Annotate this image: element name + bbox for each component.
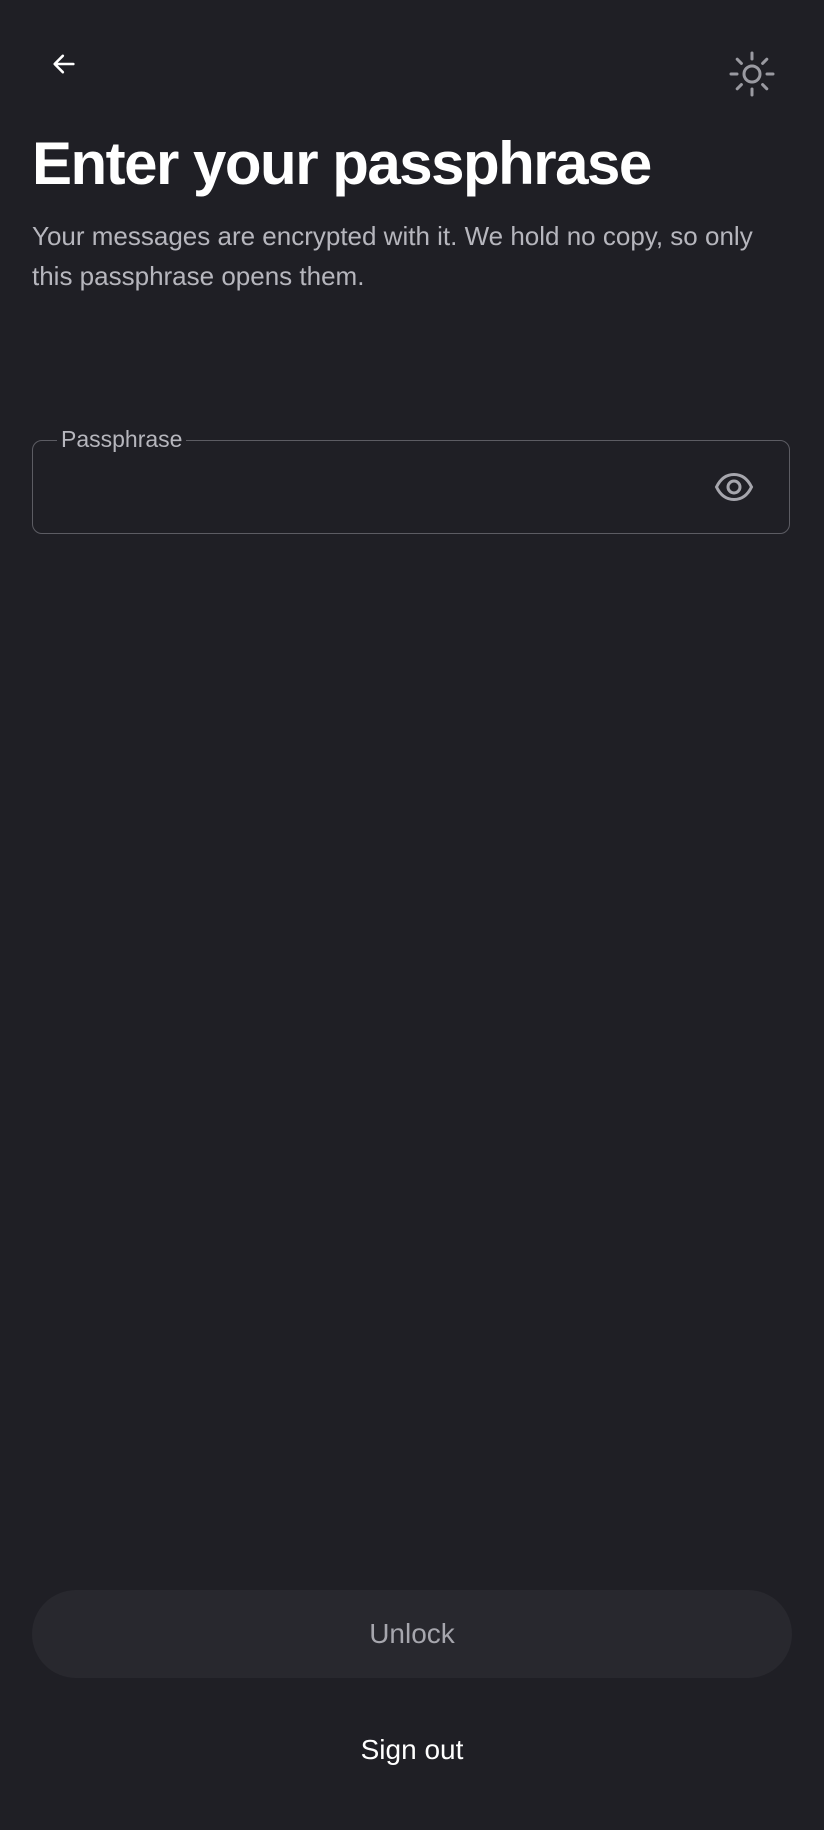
passphrase-field-label: Passphrase xyxy=(57,424,187,454)
show-passphrase-button[interactable] xyxy=(709,462,759,512)
back-button[interactable] xyxy=(32,32,96,96)
passphrase-field[interactable]: Passphrase xyxy=(32,424,790,534)
sign-out-button[interactable]: Sign out xyxy=(312,1720,512,1780)
page-subtitle: Your messages are encrypted with it. We … xyxy=(32,221,753,291)
theme-toggle-button[interactable] xyxy=(718,40,786,108)
passphrase-input[interactable] xyxy=(61,461,685,515)
unlock-button[interactable]: Unlock xyxy=(32,1590,792,1678)
eye-icon xyxy=(714,472,754,502)
arrow-left-icon xyxy=(53,54,75,74)
page-title: Enter your passphrase xyxy=(32,130,652,197)
sun-icon xyxy=(729,51,775,97)
